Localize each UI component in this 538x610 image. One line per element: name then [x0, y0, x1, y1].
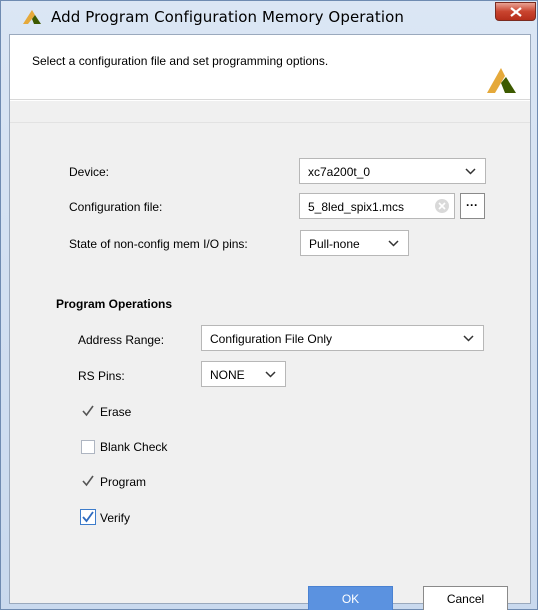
device-combo[interactable]: xc7a200t_0: [299, 158, 486, 184]
config-file-value: 5_8led_spix1.mcs: [308, 200, 405, 214]
address-range-label: Address Range:: [78, 333, 165, 347]
erase-checkbox[interactable]: [81, 404, 95, 418]
blank-check-label: Blank Check: [100, 440, 168, 454]
program-operations-title: Program Operations: [56, 297, 173, 311]
device-label: Device:: [69, 165, 110, 179]
chevron-down-icon: [465, 168, 476, 175]
address-range-value: Configuration File Only: [210, 332, 333, 346]
verify-checkbox[interactable]: [80, 509, 96, 525]
browse-button[interactable]: ···: [460, 193, 485, 219]
dialog-header: Select a configuration file and set prog…: [10, 35, 530, 100]
dialog-body: Device: xc7a200t_0 Configuration file: 5…: [10, 101, 530, 610]
check-icon: [82, 475, 94, 487]
app-logo-icon: [23, 10, 41, 24]
cancel-button[interactable]: Cancel: [423, 586, 508, 610]
verify-label: Verify: [100, 511, 131, 525]
device-value: xc7a200t_0: [308, 165, 371, 179]
clear-field-button[interactable]: [435, 199, 449, 213]
ok-button[interactable]: OK: [308, 586, 393, 610]
dialog-client: Select a configuration file and set prog…: [9, 34, 531, 610]
blank-check-checkbox[interactable]: [81, 440, 95, 454]
io-pins-label: State of non-config mem I/O pins:: [69, 237, 248, 251]
io-pins-combo[interactable]: Pull-none: [300, 230, 409, 256]
title-bar[interactable]: Add Program Configuration Memory Operati…: [1, 1, 537, 31]
program-checkbox[interactable]: [81, 474, 95, 488]
erase-label: Erase: [100, 405, 132, 419]
check-icon: [82, 511, 94, 523]
program-label: Program: [100, 475, 147, 489]
window-title: Add Program Configuration Memory Operati…: [51, 8, 404, 26]
chevron-down-icon: [388, 240, 399, 247]
close-button[interactable]: [495, 2, 536, 21]
body-top-strip: [10, 101, 530, 123]
clear-icon: [438, 202, 446, 210]
cancel-button-label: Cancel: [446, 592, 485, 606]
rs-pins-value: NONE: [210, 368, 245, 382]
header-instructions: Select a configuration file and set prog…: [32, 54, 329, 68]
config-file-label: Configuration file:: [69, 200, 163, 214]
chevron-down-icon: [463, 335, 474, 342]
dialog-window: Add Program Configuration Memory Operati…: [0, 0, 538, 610]
rs-pins-combo[interactable]: NONE: [201, 361, 286, 387]
check-icon: [82, 405, 94, 417]
config-file-field[interactable]: 5_8led_spix1.mcs: [299, 193, 455, 219]
vendor-logo-icon: [487, 68, 516, 93]
rs-pins-label: RS Pins:: [78, 369, 125, 383]
ellipsis-icon: ···: [466, 198, 478, 212]
io-pins-value: Pull-none: [309, 237, 360, 251]
address-range-combo[interactable]: Configuration File Only: [201, 325, 484, 351]
close-icon: [510, 7, 522, 17]
chevron-down-icon: [265, 371, 276, 378]
ok-button-label: OK: [341, 592, 360, 606]
